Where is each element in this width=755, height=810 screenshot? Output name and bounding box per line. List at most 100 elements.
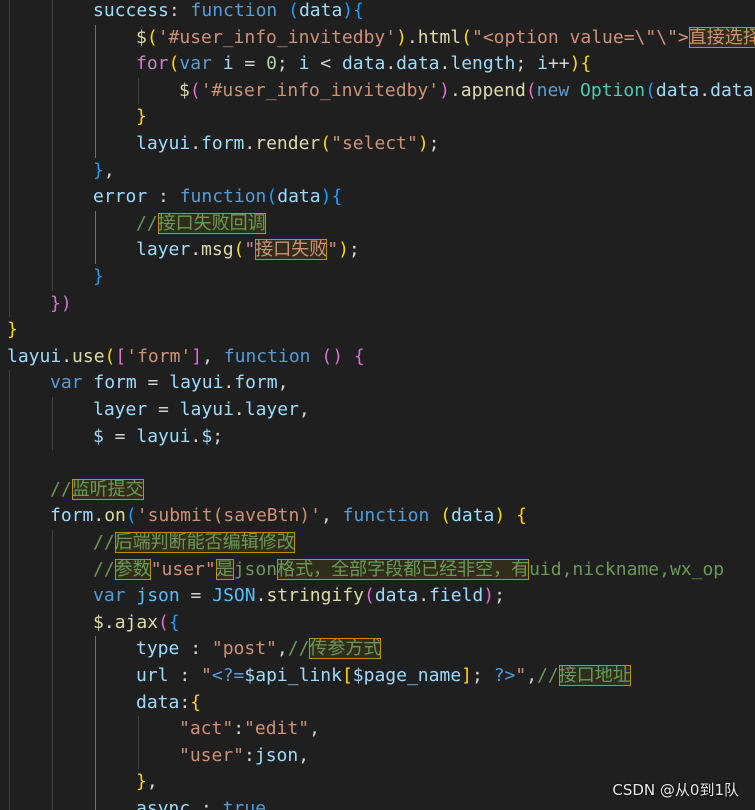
code-token: ( <box>321 345 333 367</box>
code-token: i <box>537 53 548 75</box>
code-token: . <box>223 372 235 394</box>
code-token: = <box>103 425 137 447</box>
code-token: ?> <box>493 665 516 686</box>
code-token: i <box>298 53 310 75</box>
code-line[interactable]: }, <box>93 158 115 185</box>
code-token: $ <box>136 26 147 48</box>
code-token: // <box>93 532 115 553</box>
code-token: ) <box>439 79 450 101</box>
code-line[interactable]: for(var i = 0; i < data.data.length; i++… <box>136 51 591 78</box>
code-token: : <box>168 0 191 21</box>
code-token: layui <box>7 345 62 367</box>
code-token: html <box>417 26 462 48</box>
code-line[interactable]: layui.form.render("select"); <box>136 131 440 158</box>
code-token: data <box>277 186 321 208</box>
code-line[interactable]: $('#user_info_invitedby').append(new Opt… <box>179 78 755 105</box>
code-line[interactable]: var form = layui.form, <box>50 370 288 397</box>
code-token: : <box>147 186 180 208</box>
code-token: } <box>93 266 104 287</box>
code-token: = <box>233 53 267 75</box>
code-token: form <box>234 372 278 394</box>
code-line[interactable]: $.ajax({ <box>93 610 180 637</box>
code-token: ) <box>60 292 72 314</box>
code-token: $api_link <box>244 665 342 686</box>
code-token: , <box>320 505 343 527</box>
code-token: . <box>61 345 73 367</box>
code-token: new <box>536 79 570 101</box>
code-token: . <box>255 585 267 607</box>
code-line[interactable]: layer.msg("接口失败"); <box>136 237 360 264</box>
code-line[interactable]: }, <box>136 769 158 796</box>
code-token: ( <box>320 133 332 154</box>
code-token: layer <box>244 399 299 420</box>
code-token: , <box>526 665 538 686</box>
code-line[interactable]: success: function (data){ <box>93 0 364 25</box>
code-line[interactable]: "user":json, <box>179 743 309 770</box>
code-token: $ <box>93 425 104 447</box>
code-line[interactable]: form.on('submit(saveBtn)', function (dat… <box>50 503 527 530</box>
code-line[interactable]: //后端判断能否编辑修改 <box>93 530 295 557</box>
code-line[interactable]: type : "post",//传参方式 <box>136 636 382 663</box>
indent-guide <box>138 77 139 105</box>
code-token: data <box>451 505 495 527</box>
code-line[interactable]: data:{ <box>136 690 201 717</box>
code-token: '#user_info_invitedby' <box>200 79 440 101</box>
code-token: "select" <box>331 133 418 154</box>
code-line[interactable]: url : "<?=$api_link[$page_name]; ?>",//接… <box>136 663 631 690</box>
code-line[interactable]: //接口失败回调 <box>136 211 266 238</box>
code-token: 'form' <box>126 345 192 367</box>
indent-guide <box>95 210 96 264</box>
code-token: form <box>93 372 137 394</box>
code-token: { <box>516 505 527 527</box>
code-line[interactable]: var json = JSON.stringify(data.field); <box>93 583 505 610</box>
code-token: error <box>93 186 148 208</box>
code-token: " <box>201 665 212 686</box>
code-token: ) <box>396 26 407 48</box>
code-token: : <box>244 744 255 766</box>
code-line[interactable]: //参数"user"是json格式，全部字段都已经非空，有uid,nicknam… <box>93 557 724 584</box>
code-token: var <box>93 585 126 607</box>
code-token: . <box>190 425 202 447</box>
code-editor[interactable]: success: function (data){$('#user_info_i… <box>0 0 755 810</box>
code-token: // <box>136 212 158 234</box>
code-line[interactable]: } <box>93 264 104 291</box>
code-token: = <box>136 372 170 394</box>
code-token: } <box>7 319 18 341</box>
code-line[interactable]: } <box>7 317 18 344</box>
code-line[interactable]: } <box>136 104 147 131</box>
code-token: , <box>277 372 289 394</box>
highlighted-token: 接口地址 <box>558 665 631 686</box>
code-line[interactable]: layui.use(['form'], function () { <box>7 344 365 371</box>
code-token: , <box>276 638 288 660</box>
code-token: length <box>450 53 516 75</box>
code-token: , <box>298 744 310 766</box>
code-token: append <box>460 79 526 101</box>
code-line[interactable]: //监听提交 <box>50 477 144 504</box>
code-token: ) <box>332 345 344 367</box>
code-line[interactable]: $('#user_info_invitedby').html("<option … <box>136 25 755 52</box>
code-line[interactable]: error : function(data){ <box>93 184 342 211</box>
code-token: " <box>515 665 527 686</box>
code-token: [ <box>115 345 127 367</box>
code-token: . <box>244 133 256 154</box>
code-line[interactable]: $ = layui.$; <box>93 424 223 451</box>
code-token: i <box>222 53 234 75</box>
code-token: . <box>449 79 461 101</box>
code-token: async <box>136 798 191 810</box>
code-token: ajax <box>114 611 159 633</box>
code-token: function <box>179 186 267 208</box>
code-token: "user" <box>150 558 216 580</box>
code-token: layui <box>136 425 191 447</box>
code-line[interactable]: }) <box>50 291 72 318</box>
code-line[interactable]: async : true <box>136 796 266 810</box>
code-token: } <box>136 106 147 128</box>
code-token: : <box>179 638 212 660</box>
code-token: ) <box>417 133 429 154</box>
code-token: ; <box>494 585 505 607</box>
code-line[interactable]: layer = layui.layer, <box>93 397 310 424</box>
highlighted-token: 直接选择 <box>688 26 755 48</box>
code-line[interactable]: "act":"edit", <box>179 716 320 743</box>
